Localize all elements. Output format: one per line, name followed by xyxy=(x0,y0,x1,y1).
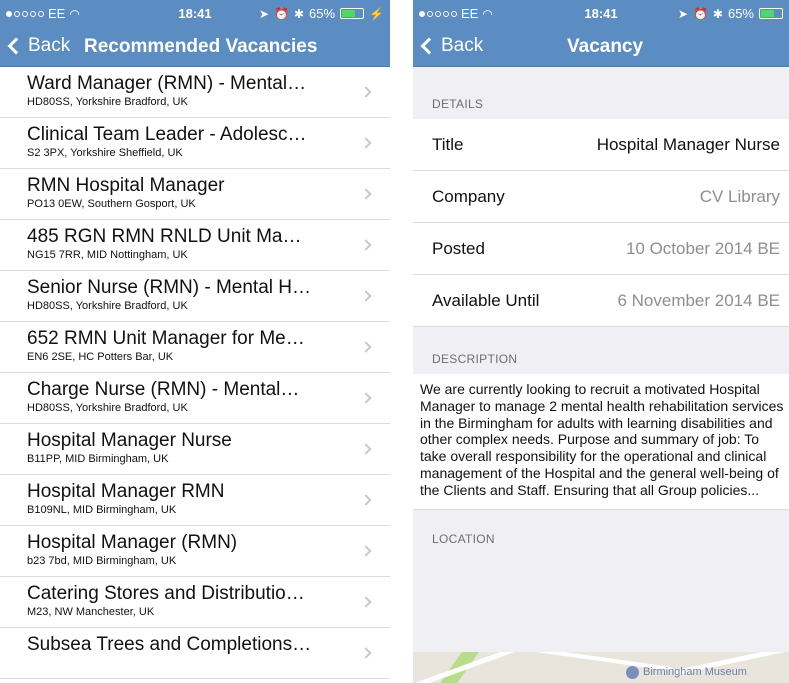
vacancy-title: RMN Hospital Manager xyxy=(27,175,225,196)
location-arrow-icon: ➤ xyxy=(258,6,269,21)
navigation-bar: Back Vacancy xyxy=(413,27,789,67)
vacancy-title: Senior Nurse (RMN) - Mental H… xyxy=(27,277,311,298)
vacancy-title: Catering Stores and Distributio… xyxy=(27,583,305,604)
details-header-label: DETAILS xyxy=(432,97,484,111)
list-item[interactable]: Hospital Manager RMN B109NL, MID Birmingh… xyxy=(0,475,390,526)
list-item[interactable]: Subsea Trees and Completions… xyxy=(0,628,390,679)
details-section-header: DETAILS xyxy=(413,67,789,119)
back-button[interactable]: Back xyxy=(419,35,483,57)
back-label: Back xyxy=(441,35,484,56)
museum-pin-icon[interactable] xyxy=(626,666,639,679)
detail-key: Posted xyxy=(432,239,485,258)
back-label: Back xyxy=(28,35,71,56)
list-item[interactable]: Clinical Team Leader - Adolesc… S2 3PX, Y… xyxy=(0,118,390,169)
battery-percent: 65% xyxy=(309,6,336,21)
list-item[interactable]: 485 RGN RMN RNLD Unit Ma… NG15 7RR, MID N… xyxy=(0,220,390,271)
description-header-label: DESCRIPTION xyxy=(432,352,518,366)
list-item[interactable]: Hospital Manager (RMN) b23 7bd, MID Birmi… xyxy=(0,526,390,577)
chevron-right-icon xyxy=(360,647,372,659)
detail-key: Available Until xyxy=(432,291,540,310)
vacancy-list-screen: EE ◠ 18:41 ➤ ⏰ ✱ 65% ⚡ Back Recommended … xyxy=(0,0,390,683)
vacancy-title: Subsea Trees and Completions… xyxy=(27,634,312,655)
vacancy-location: b23 7bd, MID Birmingham, UK xyxy=(27,555,177,567)
vacancy-location: M23, NW Manchester, UK xyxy=(27,606,155,618)
vacancy-title: Hospital Manager (RMN) xyxy=(27,532,238,553)
detail-row: Posted 10 October 2014 BE xyxy=(413,223,789,275)
alarm-icon: ⏰ xyxy=(274,6,289,21)
details-section: Title Hospital Manager Nurse Company CV Lib… xyxy=(413,119,789,327)
vacancy-title: Hospital Manager RMN xyxy=(27,481,225,502)
location-section-header: LOCATION xyxy=(413,509,789,554)
vacancy-title: Clinical Team Leader - Adolesc… xyxy=(27,124,307,145)
list-item[interactable]: Ward Manager (RMN) - Mental… HD80SS, York… xyxy=(0,67,390,118)
detail-value: 10 October 2014 BE xyxy=(625,239,780,258)
page-title: Recommended Vacancies xyxy=(84,36,318,57)
map-label: Birmingham Museum xyxy=(643,666,747,678)
back-button[interactable]: Back xyxy=(6,35,70,57)
vacancy-title: Hospital Manager Nurse xyxy=(27,430,232,451)
detail-key: Title xyxy=(432,135,464,154)
vacancy-location: B11PP, MID Birmingham, UK xyxy=(27,453,169,465)
location-arrow-icon: ➤ xyxy=(677,6,688,21)
status-bar: EE ◠ 18:41 ➤ ⏰ ✱ 65% xyxy=(413,0,789,27)
vacancy-location: NG15 7RR, MID Nottingham, UK xyxy=(27,249,188,261)
detail-value: 6 November 2014 BE xyxy=(617,291,780,310)
location-map[interactable]: Birmingham Museum xyxy=(413,652,789,683)
list-item[interactable]: 652 RMN Unit Manager for Me… EN6 2SE, HC … xyxy=(0,322,390,373)
vacancy-location: HD80SS, Yorkshire Bradford, UK xyxy=(27,300,188,312)
chevron-left-icon xyxy=(420,37,438,55)
detail-row: Available Until 6 November 2014 BE xyxy=(413,275,789,327)
location-header-label: LOCATION xyxy=(432,531,495,546)
page-title: Vacancy xyxy=(567,36,644,57)
vacancy-title: Ward Manager (RMN) - Mental… xyxy=(27,73,307,94)
vacancy-location: HD80SS, Yorkshire Bradford, UK xyxy=(27,402,188,414)
vacancy-location: HD80SS, Yorkshire Bradford, UK xyxy=(27,96,188,108)
status-bar: EE ◠ 18:41 ➤ ⏰ ✱ 65% ⚡ xyxy=(0,0,390,27)
vacancy-title: Charge Nurse (RMN) - Mental… xyxy=(27,379,300,400)
battery-icon xyxy=(340,8,365,19)
vacancy-list: Ward Manager (RMN) - Mental… HD80SS, York… xyxy=(0,67,390,679)
vacancy-title: 652 RMN Unit Manager for Me… xyxy=(27,328,305,349)
bluetooth-icon: ✱ xyxy=(293,6,305,21)
vacancy-location: S2 3PX, Yorkshire Sheffield, UK xyxy=(27,147,183,159)
list-item[interactable]: Charge Nurse (RMN) - Mental… HD80SS, York… xyxy=(0,373,390,424)
alarm-icon: ⏰ xyxy=(692,6,708,21)
battery-icon xyxy=(759,8,783,19)
detail-row: Company CV Library xyxy=(413,171,789,223)
list-item[interactable]: RMN Hospital Manager PO13 0EW, Southern G… xyxy=(0,169,390,220)
bluetooth-icon: ✱ xyxy=(712,6,723,21)
detail-value: CV Library xyxy=(699,187,780,206)
vacancy-location: EN6 2SE, HC Potters Bar, UK xyxy=(27,351,174,363)
list-item[interactable]: Hospital Manager Nurse B11PP, MID Birming… xyxy=(0,424,390,475)
navigation-bar: Back Recommended Vacancies xyxy=(0,27,390,67)
description-text: We are currently looking to recruit a mo… xyxy=(413,374,789,510)
detail-value: Hospital Manager Nurse xyxy=(596,135,780,154)
chevron-left-icon xyxy=(7,37,25,55)
list-item[interactable]: Senior Nurse (RMN) - Mental H… HD80SS, Yo… xyxy=(0,271,390,322)
detail-key: Company xyxy=(432,187,505,206)
vacancy-location: B109NL, MID Birmingham, UK xyxy=(27,504,177,516)
vacancy-detail-screen: EE ◠ 18:41 ➤ ⏰ ✱ 65% Back Vacancy DETAIL… xyxy=(413,0,789,683)
battery-percent: 65% xyxy=(727,6,754,21)
list-item[interactable]: Catering Stores and Distributio… M23, NW … xyxy=(0,577,390,628)
vacancy-location: PO13 0EW, Southern Gosport, UK xyxy=(27,198,196,210)
charging-icon: ⚡ xyxy=(369,6,384,21)
description-section-header: DESCRIPTION xyxy=(413,327,789,374)
detail-row: Title Hospital Manager Nurse xyxy=(413,119,789,171)
vacancy-title: 485 RGN RMN RNLD Unit Ma… xyxy=(27,226,302,247)
